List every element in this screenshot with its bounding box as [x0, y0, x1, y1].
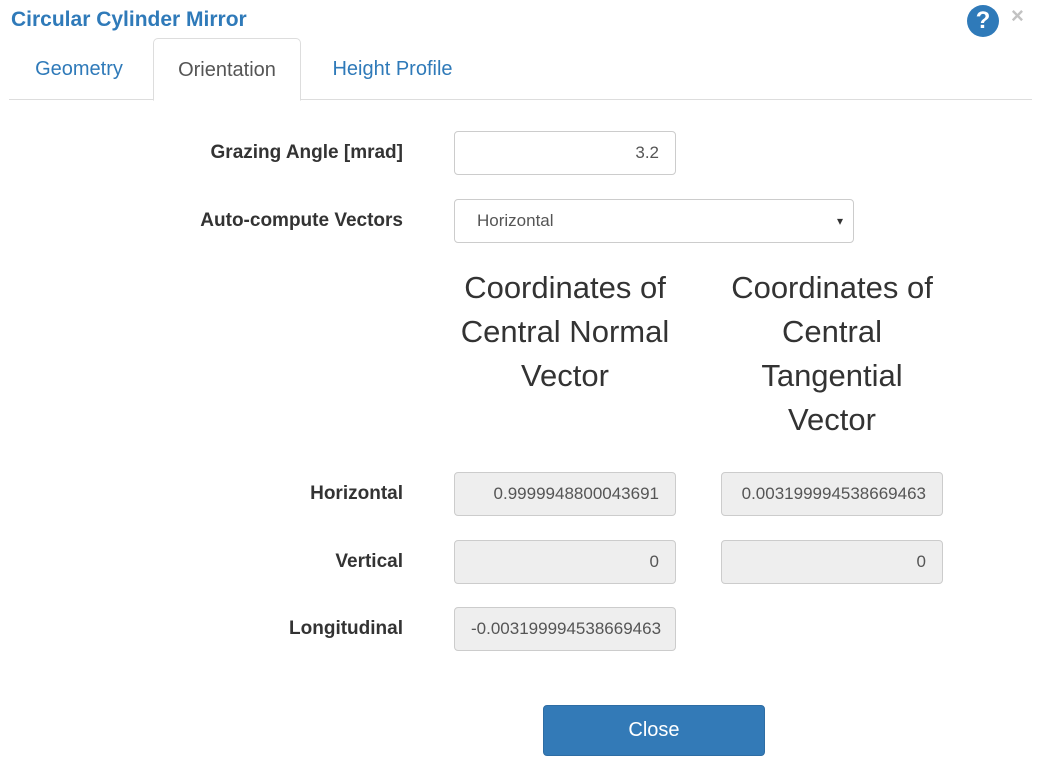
tangential-vector-heading: Coordinates of Central Tangential Vector	[731, 270, 933, 437]
tab-orientation[interactable]: Orientation	[153, 38, 301, 101]
tangential-vertical-field[interactable]: 0	[721, 540, 943, 584]
grazing-angle-input[interactable]: 3.2	[454, 131, 676, 175]
dialog-title: Circular Cylinder Mirror	[11, 8, 247, 31]
tab-geometry[interactable]: Geometry	[9, 38, 149, 100]
normal-vector-heading: Coordinates of Central Normal Vector	[460, 270, 670, 393]
auto-compute-selected-value: Horizontal	[477, 211, 554, 230]
close-icon[interactable]: ×	[1011, 2, 1024, 30]
normal-horizontal-field[interactable]: 0.9999948800043691	[454, 472, 676, 516]
chevron-down-icon: ▾	[836, 214, 843, 228]
normal-vertical-field[interactable]: 0	[454, 540, 676, 584]
auto-compute-label: Auto-compute Vectors	[200, 210, 403, 231]
tab-bar: Geometry Orientation Height Profile	[9, 38, 1032, 101]
tangential-horizontal-field[interactable]: 0.003199994538669463	[721, 472, 943, 516]
longitudinal-label: Longitudinal	[289, 618, 403, 639]
close-button[interactable]: Close	[543, 705, 765, 756]
horizontal-label: Horizontal	[310, 483, 403, 504]
vertical-label: Vertical	[335, 551, 403, 572]
help-icon[interactable]: ?	[967, 5, 999, 37]
tab-height-profile[interactable]: Height Profile	[305, 38, 480, 100]
grazing-angle-label: Grazing Angle [mrad]	[210, 142, 403, 163]
normal-longitudinal-field[interactable]: -0.003199994538669463	[454, 607, 676, 651]
auto-compute-select[interactable]: Horizontal ▾	[454, 199, 854, 243]
